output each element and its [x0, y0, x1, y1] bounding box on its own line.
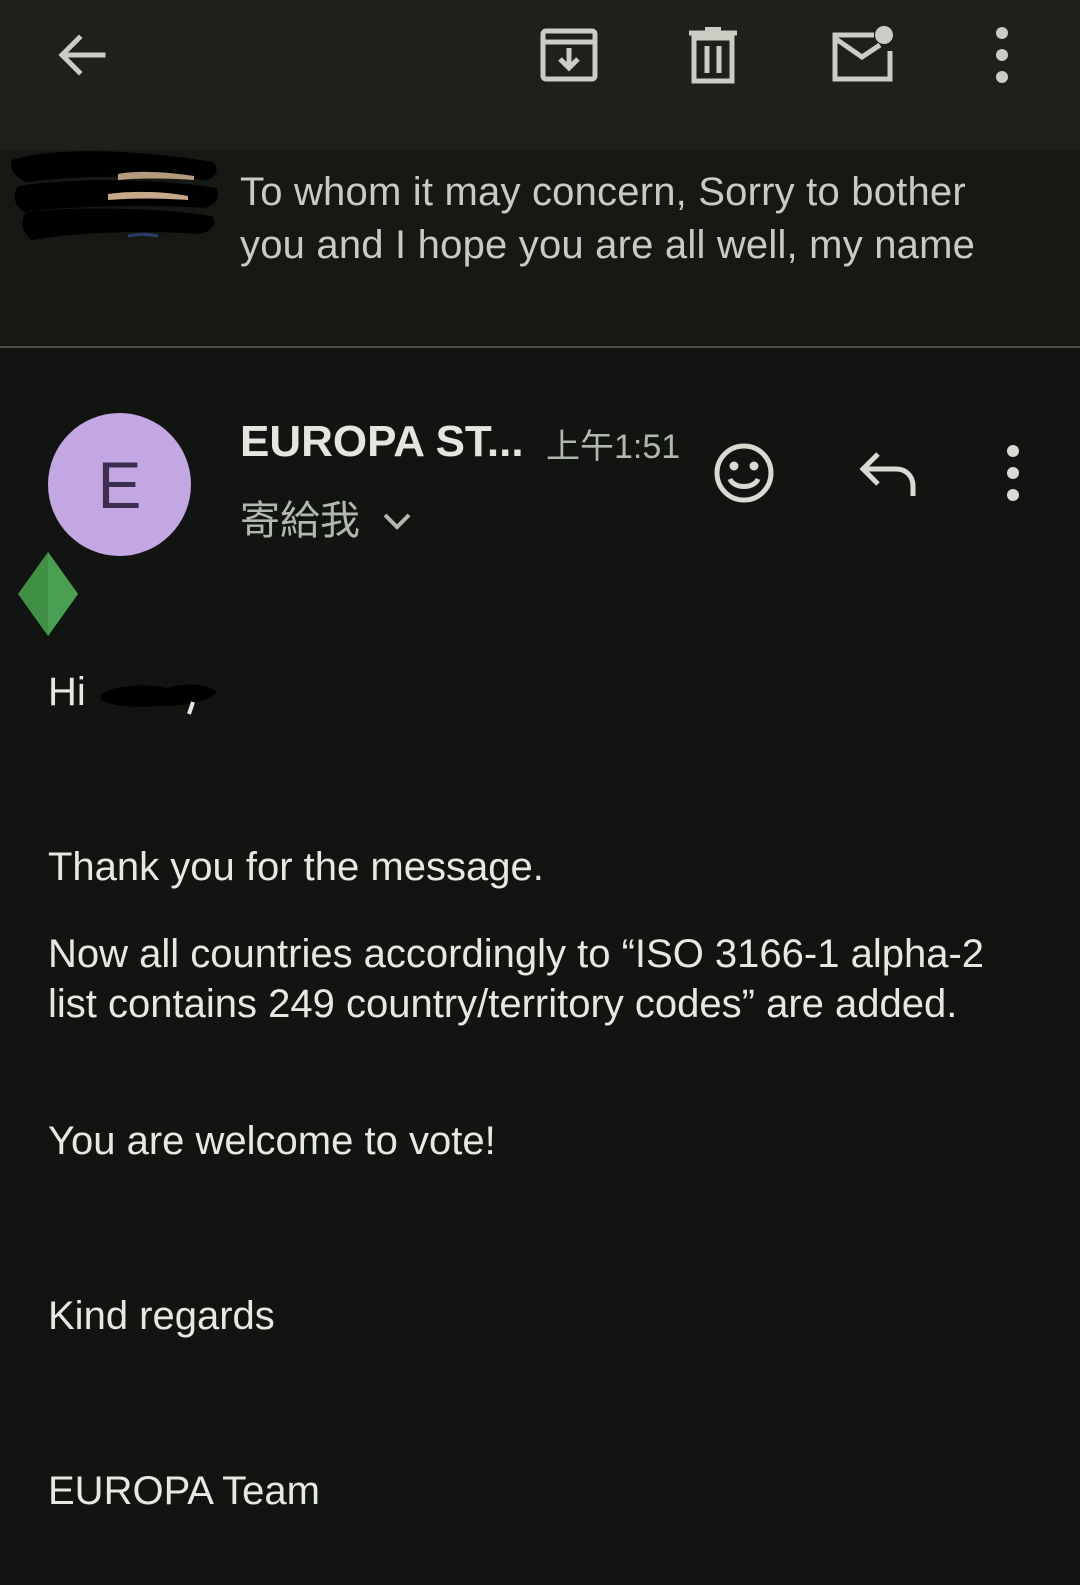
greeting-text: Hi	[48, 670, 86, 714]
add-reaction-button[interactable]	[708, 437, 780, 509]
redacted-sender-avatar	[11, 151, 219, 240]
recipient-details-toggle[interactable]: 寄給我	[240, 495, 412, 547]
email-view: To whom it may concern, Sorry to bother …	[0, 0, 1080, 1585]
more-options-button[interactable]	[967, 20, 1037, 90]
back-button[interactable]	[46, 20, 116, 90]
emoji-icon	[714, 443, 774, 503]
archive-icon	[540, 28, 598, 82]
mark-unread-button[interactable]	[828, 20, 898, 90]
message-time: 上午1:51	[546, 428, 681, 466]
closing-line: Kind regards	[48, 1294, 275, 1338]
previous-message-snippet: To whom it may concern, Sorry to bother …	[240, 170, 976, 267]
sender-name[interactable]: EUROPA ST...	[240, 414, 524, 470]
body-line-vote: You are welcome to vote!	[48, 1119, 496, 1163]
sender-avatar[interactable]: E	[48, 413, 191, 556]
greeting-line: Hi	[48, 667, 1038, 717]
reply-icon	[859, 452, 916, 496]
mark-unread-icon	[832, 26, 893, 82]
more-vert-icon	[1007, 445, 1019, 501]
body-line-thanks: Thank you for the message.	[48, 845, 544, 889]
signature-line: EUROPA Team	[48, 1469, 320, 1513]
more-vert-icon	[996, 27, 1008, 83]
archive-button[interactable]	[534, 20, 604, 90]
body-line-countries: Now all countries accordingly to “ISO 31…	[48, 932, 985, 1026]
reply-button[interactable]	[852, 437, 924, 509]
avatar-letter: E	[97, 447, 142, 522]
leaf-icon	[18, 552, 78, 636]
top-toolbar	[0, 0, 1080, 150]
redacted-recipient-name	[100, 684, 217, 716]
trash-icon	[689, 27, 737, 84]
arrow-back-icon	[58, 34, 106, 76]
recipient-label: 寄給我	[240, 499, 360, 543]
delete-button[interactable]	[678, 20, 748, 90]
previous-message-collapsed[interactable]: To whom it may concern, Sorry to bother …	[0, 150, 1080, 348]
message-more-options-button[interactable]	[977, 437, 1049, 509]
chevron-down-icon	[383, 513, 411, 530]
